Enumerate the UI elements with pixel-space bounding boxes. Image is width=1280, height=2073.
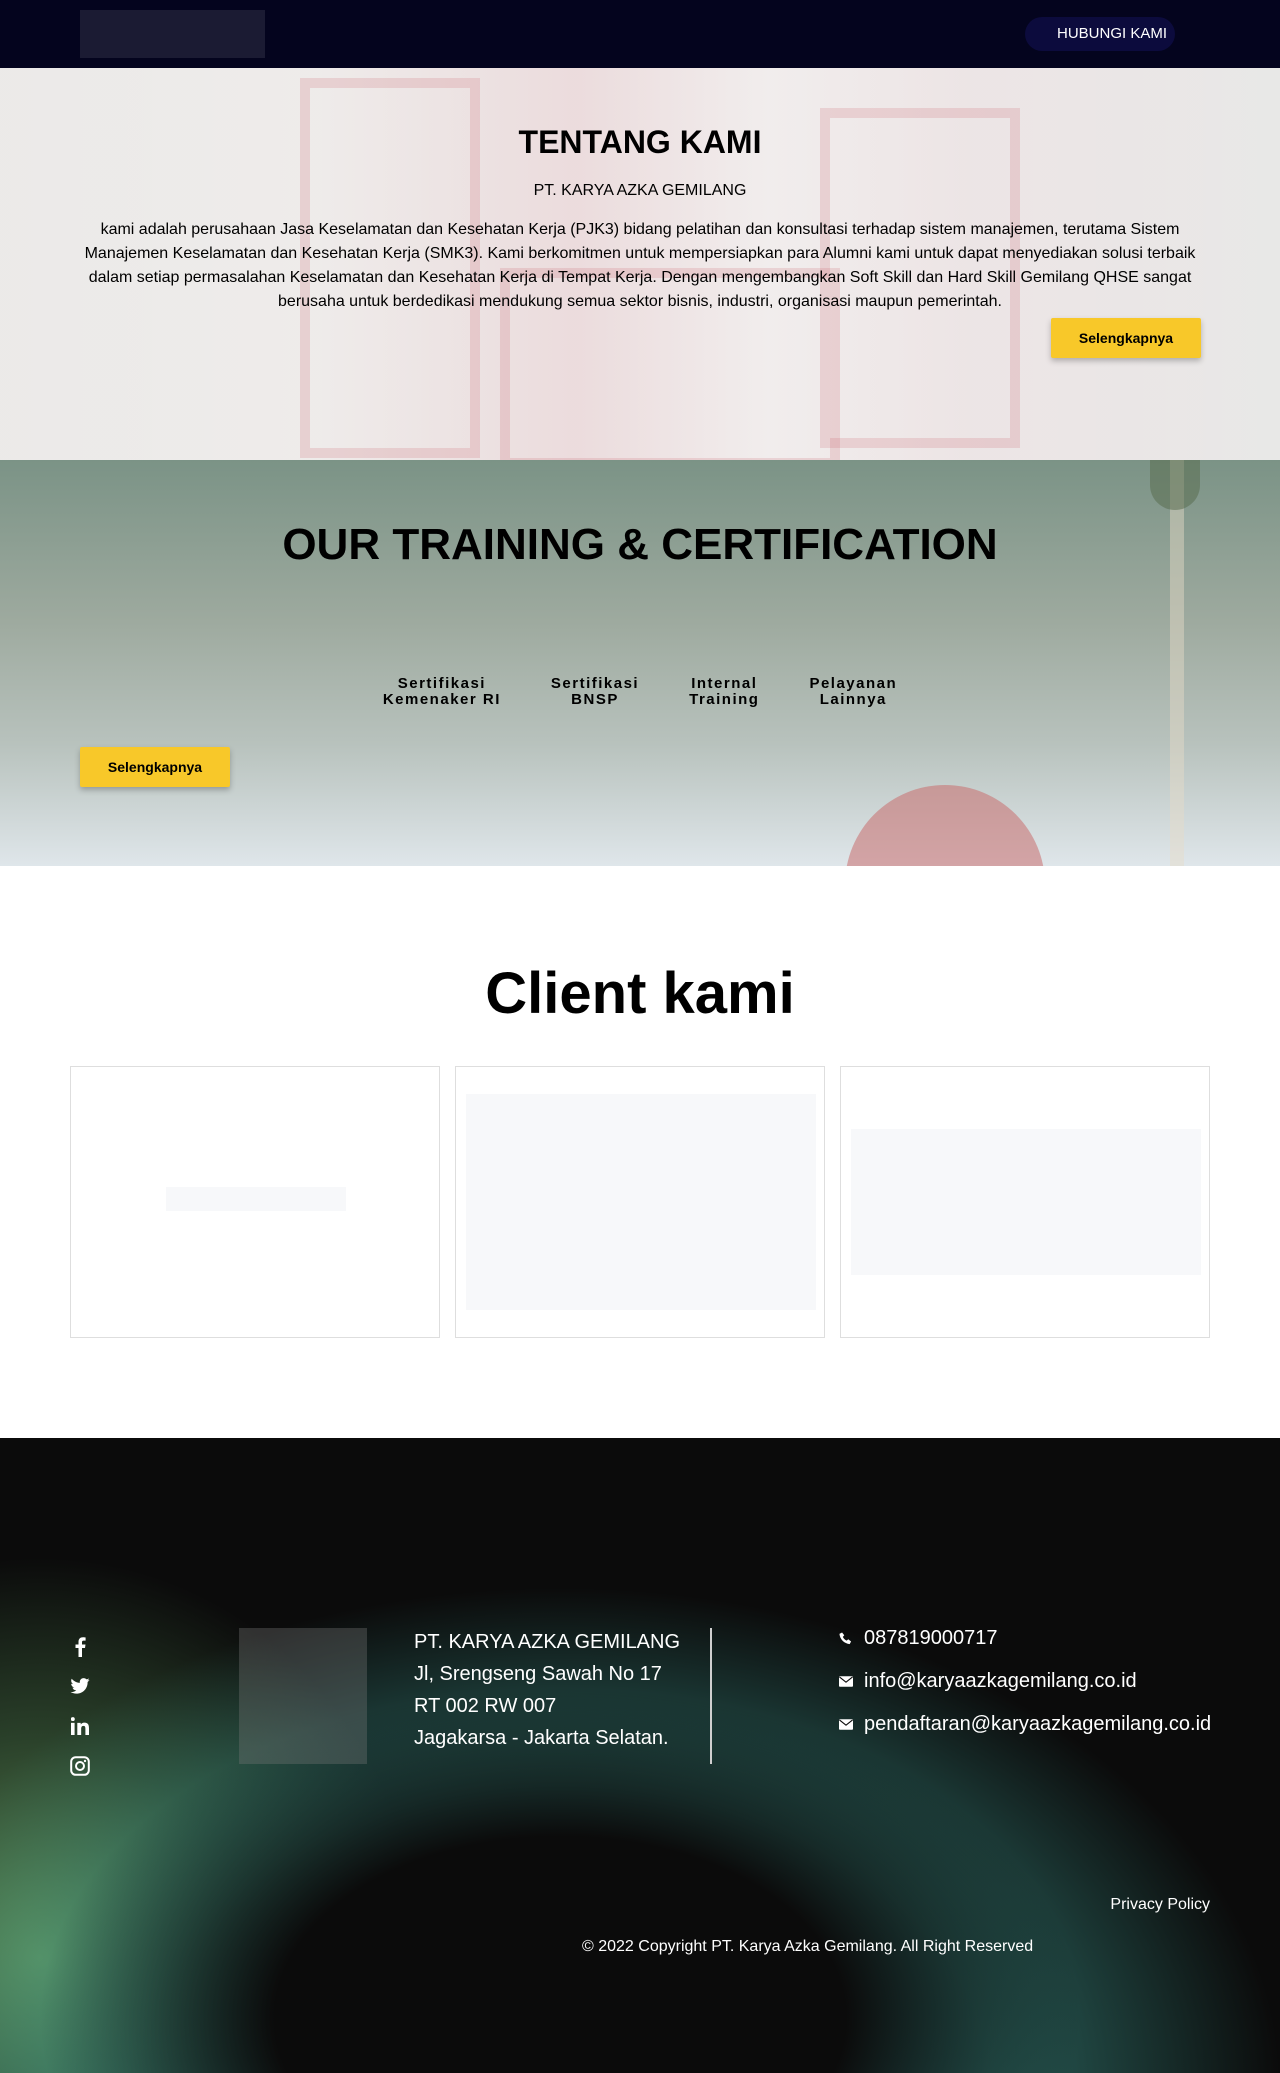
address-street: Jl, Srengseng Sawah No 17 <box>414 1663 662 1685</box>
clients-section: Client kami <box>0 866 1280 1438</box>
contact-phone[interactable]: 087819000717 <box>838 1627 997 1650</box>
company-address: PT. KARYA AZKA GEMILANG Jl, Srengseng Sa… <box>414 1626 694 1754</box>
training-title: OUR TRAINING & CERTIFICATION <box>282 520 998 569</box>
address-city: Jagakarsa - Jakarta Selatan. <box>414 1727 669 1749</box>
twitter-icon[interactable] <box>70 1676 90 1696</box>
tab-sertifikasi-bnsp[interactable]: Sertifikasi BNSP <box>551 676 639 708</box>
linkedin-icon[interactable] <box>70 1716 90 1736</box>
contact-email-info-text: info@karyaazkagemilang.co.id <box>864 1670 1137 1692</box>
background-red-object <box>845 785 1045 866</box>
top-navbar: HUBUNGI KAMI <box>0 0 1280 68</box>
address-rt-rw: RT 002 RW 007 <box>414 1695 557 1717</box>
site-logo[interactable] <box>80 10 265 58</box>
address-company-name: PT. KARYA AZKA GEMILANG <box>414 1631 681 1653</box>
client-logo <box>466 1094 816 1310</box>
client-logo <box>166 1187 346 1211</box>
contact-email-registration[interactable]: pendaftaran@karyaazkagemilang.co.id <box>838 1713 1211 1736</box>
tab-pelayanan-lainnya[interactable]: Pelayanan Lainnya <box>809 676 897 708</box>
tab-label-line: Kemenaker RI <box>382 691 501 708</box>
tab-label-line: Sertifikasi <box>397 675 486 692</box>
training-tabs: Sertifikasi Kemenaker RI Sertifikasi BNS… <box>0 676 1280 708</box>
facebook-icon[interactable] <box>70 1637 90 1657</box>
phone-icon <box>838 1631 854 1647</box>
client-card[interactable] <box>70 1066 440 1338</box>
tab-label-line: Lainnya <box>819 691 887 708</box>
tab-label-line: Pelayanan <box>809 675 898 692</box>
contact-email-registration-text: pendaftaran@karyaazkagemilang.co.id <box>864 1713 1212 1735</box>
contact-email-info[interactable]: info@karyaazkagemilang.co.id <box>838 1670 1137 1693</box>
about-section: TENTANG KAMI PT. KARYA AZKA GEMILANG kam… <box>0 68 1280 460</box>
client-logo <box>851 1129 1201 1275</box>
clients-title: Client kami <box>485 961 795 1026</box>
contact-us-button[interactable]: HUBUNGI KAMI <box>1025 17 1175 51</box>
tab-internal-training[interactable]: Internal Training <box>689 676 759 708</box>
background-lamp <box>1150 460 1200 510</box>
client-card[interactable] <box>840 1066 1210 1338</box>
footer-divider <box>710 1628 712 1764</box>
tab-label-line: Internal <box>691 675 758 692</box>
contact-phone-text: 087819000717 <box>864 1627 998 1649</box>
training-section: OUR TRAINING & CERTIFICATION Sertifikasi… <box>0 460 1280 866</box>
envelope-icon <box>838 1674 854 1690</box>
privacy-policy-link[interactable]: Privacy Policy <box>1000 1896 1210 1914</box>
tab-sertifikasi-kemenaker[interactable]: Sertifikasi Kemenaker RI <box>383 676 501 708</box>
tab-label-line: Training <box>689 691 760 708</box>
instagram-icon[interactable] <box>70 1756 90 1776</box>
copyright-text: © 2022 Copyright PT. Karya Azka Gemilang… <box>582 1938 1034 1955</box>
about-title: TENTANG KAMI <box>518 124 762 160</box>
client-card[interactable] <box>455 1066 825 1338</box>
training-read-more-button[interactable]: Selengkapnya <box>80 747 230 787</box>
footer-logo <box>239 1628 367 1764</box>
about-company-name: PT. KARYA AZKA GEMILANG <box>533 182 747 199</box>
tab-label-line: Sertifikasi <box>550 675 640 692</box>
tab-label-line: BNSP <box>571 691 619 708</box>
about-read-more-button[interactable]: Selengkapnya <box>1051 318 1201 358</box>
footer: PT. KARYA AZKA GEMILANG Jl, Srengseng Sa… <box>0 1438 1280 2073</box>
about-description: kami adalah perusahaan Jasa Keselamatan … <box>84 221 1196 310</box>
envelope-icon <box>838 1717 854 1733</box>
